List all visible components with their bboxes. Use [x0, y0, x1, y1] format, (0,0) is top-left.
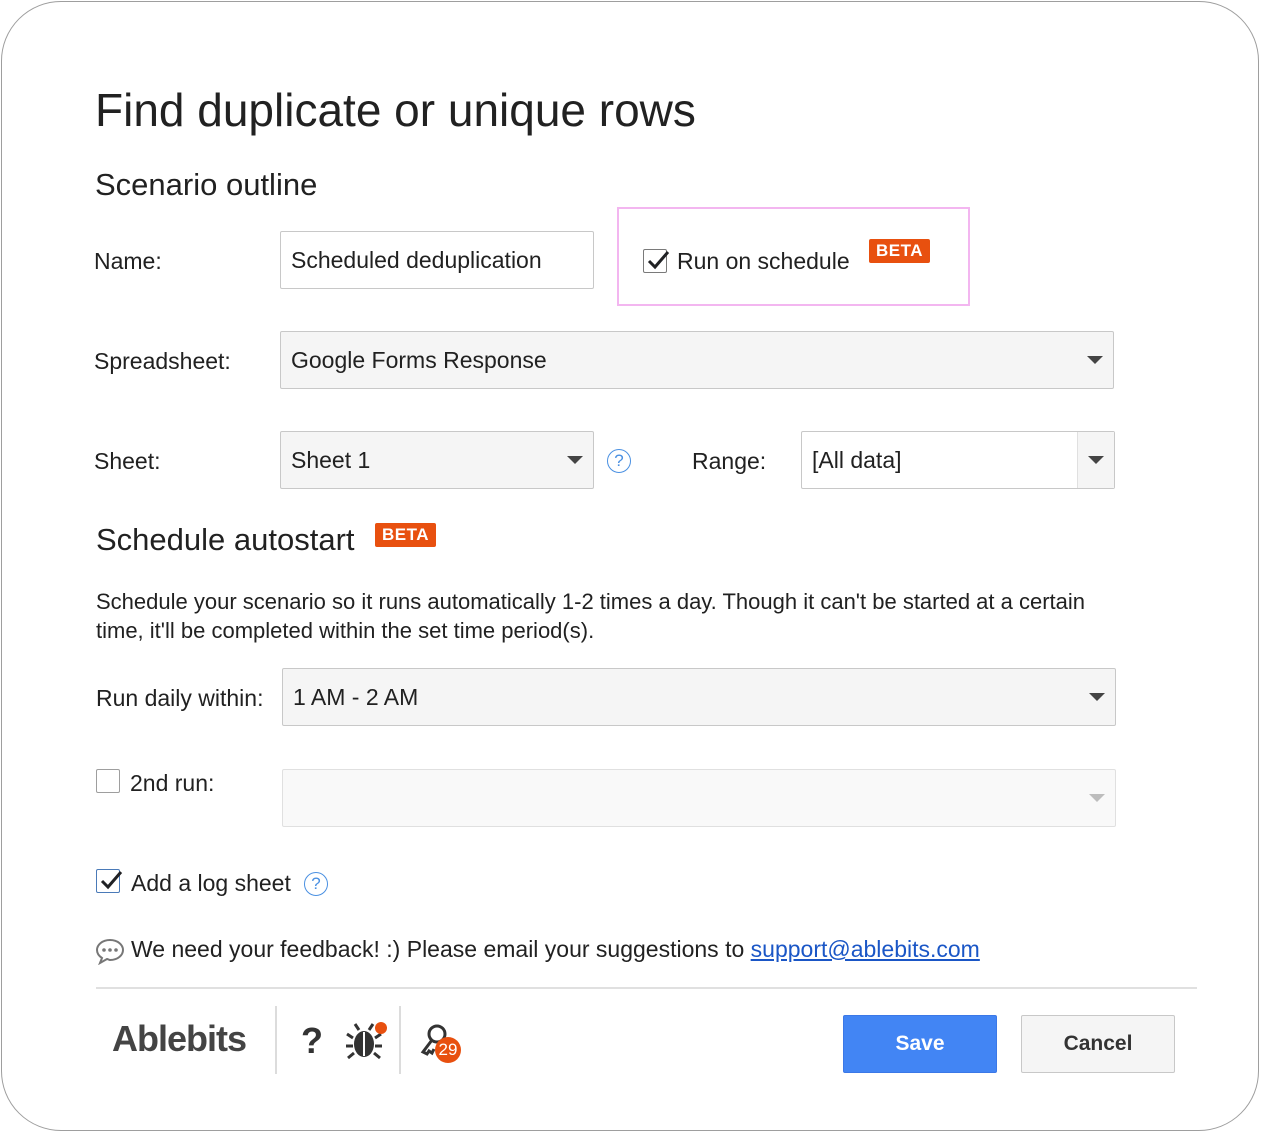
- beta-badge: BETA: [375, 523, 437, 547]
- comment-icon: [95, 938, 125, 965]
- second-run-select[interactable]: [282, 769, 1116, 827]
- cancel-button[interactable]: Cancel: [1021, 1015, 1175, 1073]
- range-select[interactable]: [All data]: [801, 431, 1115, 489]
- footer-separator: [275, 1006, 277, 1074]
- schedule-description: Schedule your scenario so it runs automa…: [96, 589, 1086, 643]
- ablebits-logo: Ablebits: [112, 1018, 247, 1059]
- dialog: Find duplicate or unique rows Scenario o…: [1, 1, 1259, 1131]
- spreadsheet-select-value: Google Forms Response: [291, 346, 547, 373]
- dialog-title: Find duplicate or unique rows: [95, 84, 696, 136]
- sheet-select[interactable]: Sheet 1: [280, 431, 594, 489]
- footer-divider: [96, 987, 1197, 989]
- spreadsheet-label: Spreadsheet:: [94, 348, 231, 374]
- footer-separator: [399, 1006, 401, 1074]
- sheet-help-icon[interactable]: ?: [607, 449, 631, 473]
- support-email-link[interactable]: support@ablebits.com: [751, 936, 980, 962]
- sheet-select-value: Sheet 1: [291, 446, 371, 473]
- feedback-text: We need your feedback! :) Please email y…: [131, 936, 745, 962]
- run-on-schedule-highlight: Run on schedule BETA: [617, 207, 970, 306]
- run-on-schedule-checkbox[interactable]: [643, 249, 670, 273]
- checkmark-icon: [100, 871, 123, 890]
- chevron-down-icon: [1089, 693, 1105, 701]
- beta-badge: BETA: [869, 239, 931, 263]
- chevron-down-icon: [1089, 794, 1105, 802]
- log-sheet-label[interactable]: Add a log sheet: [131, 869, 291, 897]
- chevron-down-icon: [1088, 456, 1104, 464]
- run-daily-select-value: 1 AM - 2 AM: [293, 683, 419, 710]
- bug-report-icon[interactable]: [345, 1020, 389, 1062]
- notification-count-badge: 29: [435, 1037, 461, 1063]
- name-input-value: Scheduled deduplication: [291, 246, 542, 273]
- sheet-label: Sheet:: [94, 448, 161, 474]
- spreadsheet-select[interactable]: Google Forms Response: [280, 331, 1114, 389]
- schedule-autostart-heading: Schedule autostart: [96, 522, 355, 557]
- run-daily-label: Run daily within:: [96, 685, 264, 711]
- log-sheet-help-icon[interactable]: ?: [304, 872, 328, 896]
- feedback-message: We need your feedback! :) Please email y…: [131, 935, 980, 963]
- checkmark-icon: [647, 251, 670, 270]
- run-daily-select[interactable]: 1 AM - 2 AM: [282, 668, 1116, 726]
- chevron-down-icon: [567, 456, 583, 464]
- range-select-value: [All data]: [812, 446, 902, 473]
- second-run-label[interactable]: 2nd run:: [130, 769, 214, 797]
- log-sheet-checkbox[interactable]: [96, 869, 123, 893]
- name-input[interactable]: Scheduled deduplication: [280, 231, 594, 289]
- save-button[interactable]: Save: [843, 1015, 997, 1073]
- chevron-down-icon: [1087, 356, 1103, 364]
- help-icon[interactable]: ?: [301, 1020, 323, 1062]
- run-on-schedule-label[interactable]: Run on schedule: [677, 247, 850, 275]
- second-run-checkbox[interactable]: [96, 769, 120, 793]
- name-label: Name:: [94, 248, 162, 274]
- range-label: Range:: [692, 448, 767, 474]
- scenario-outline-heading: Scenario outline: [95, 167, 318, 202]
